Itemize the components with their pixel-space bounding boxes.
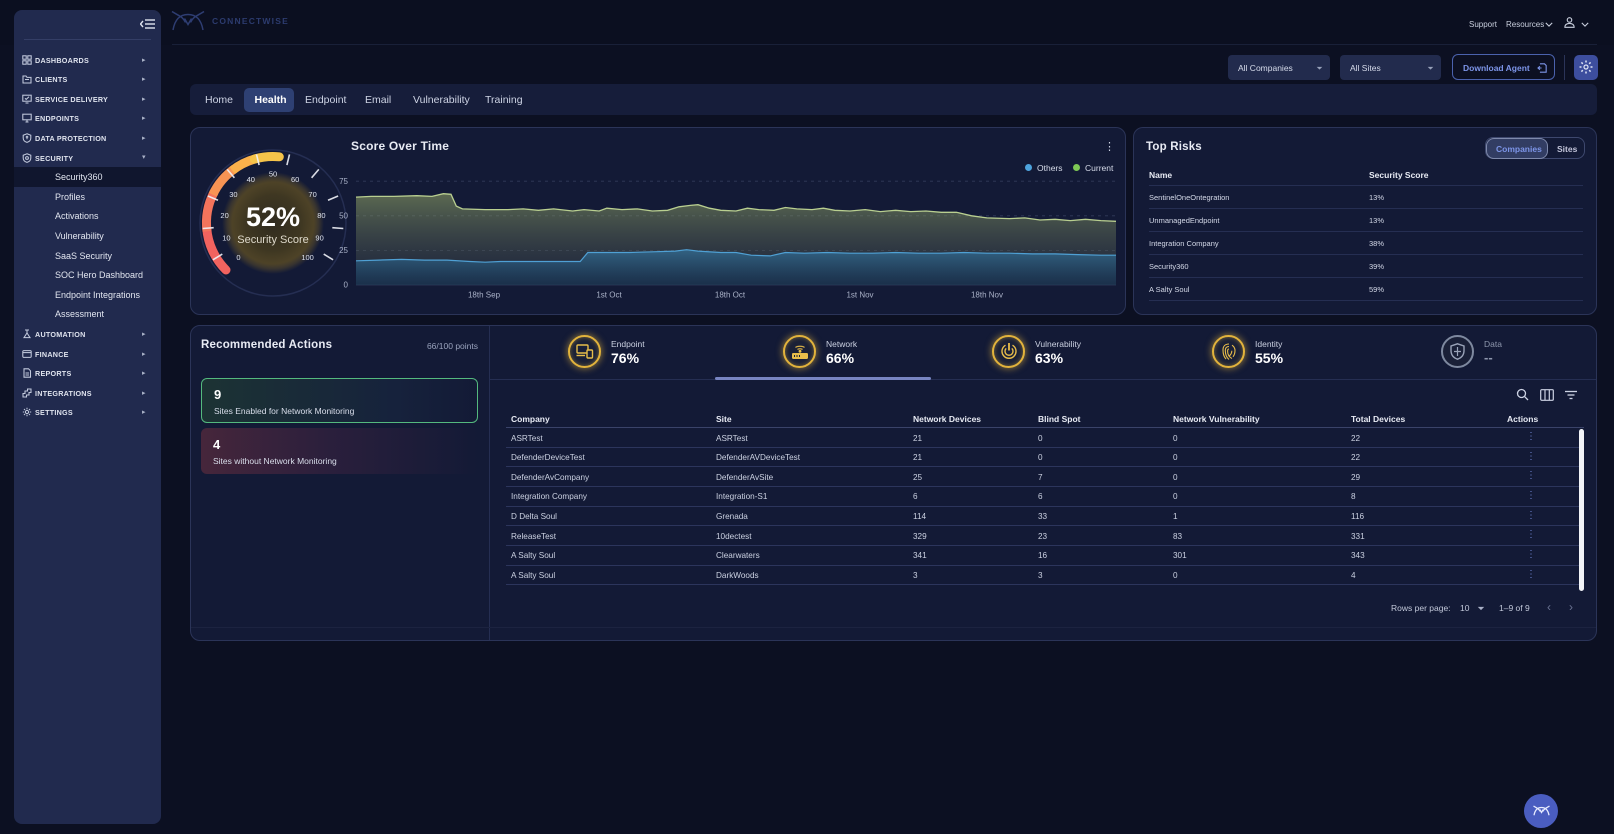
svg-text:1st Nov: 1st Nov <box>846 291 873 300</box>
svg-text:75: 75 <box>339 177 348 186</box>
svg-text:18th Nov: 18th Nov <box>971 291 1003 300</box>
svg-text:50: 50 <box>269 170 277 179</box>
svg-text:52%: 52% <box>246 202 300 232</box>
svg-text:18th Oct: 18th Oct <box>715 291 746 300</box>
svg-text:10: 10 <box>222 234 230 243</box>
svg-text:0: 0 <box>236 253 240 262</box>
svg-text:80: 80 <box>317 211 325 220</box>
svg-text:100: 100 <box>301 253 314 262</box>
svg-text:50: 50 <box>339 212 348 221</box>
svg-text:Security Score: Security Score <box>237 234 309 246</box>
svg-text:25: 25 <box>339 246 348 255</box>
svg-text:70: 70 <box>308 190 316 199</box>
svg-text:18th Sep: 18th Sep <box>468 291 501 300</box>
svg-text:60: 60 <box>291 175 299 184</box>
svg-text:90: 90 <box>315 234 323 243</box>
svg-text:40: 40 <box>247 175 255 184</box>
svg-text:1st Oct: 1st Oct <box>596 291 622 300</box>
svg-text:20: 20 <box>220 211 228 220</box>
svg-text:30: 30 <box>229 190 237 199</box>
svg-text:0: 0 <box>344 281 349 290</box>
